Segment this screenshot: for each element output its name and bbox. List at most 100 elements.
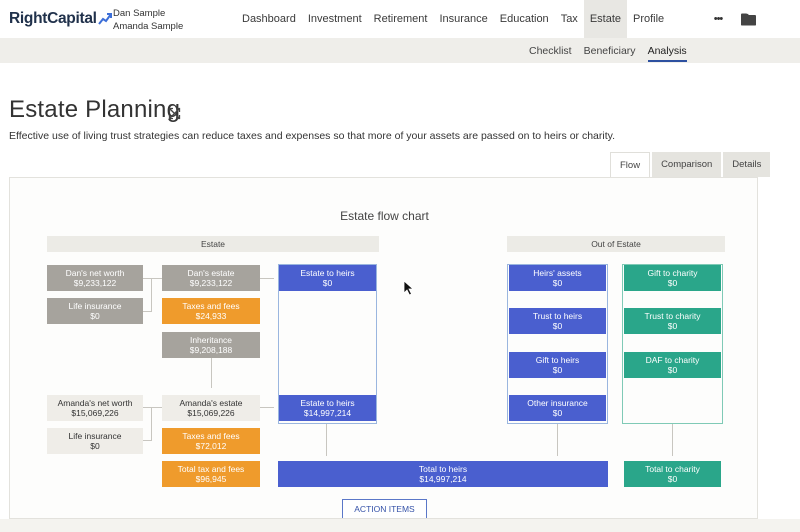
page-subtitle: Effective use of living trust strategies…: [9, 130, 616, 142]
daf-to-charity-box[interactable]: DAF to charity $0: [624, 352, 721, 378]
box-value: $0: [90, 441, 100, 451]
expand-icon[interactable]: [168, 107, 181, 120]
box-label: Other insurance: [527, 397, 588, 408]
box-value: $14,997,214: [419, 474, 467, 484]
box-label: Life insurance: [68, 430, 122, 441]
box-label: Taxes and fees: [182, 430, 240, 441]
box-label: DAF to charity: [645, 354, 700, 365]
amanda-taxes-box[interactable]: Taxes and fees $72,012: [162, 428, 260, 454]
amanda-net-worth-box[interactable]: Amanda's net worth $15,069,226: [47, 395, 143, 421]
other-insurance-box[interactable]: Other insurance $0: [509, 395, 606, 421]
nav-tax[interactable]: Tax: [555, 0, 584, 38]
nav-retirement[interactable]: Retirement: [368, 0, 434, 38]
logo-text: RightCapital: [9, 10, 97, 27]
nav-education[interactable]: Education: [494, 0, 555, 38]
page-title: Estate Planning: [9, 96, 181, 123]
more-dots-icon[interactable]: •••: [708, 9, 728, 29]
heirs-assets-box[interactable]: Heirs' assets $0: [509, 265, 606, 291]
box-value: $0: [552, 278, 563, 288]
box-value: $0: [90, 311, 100, 321]
box-label: Dan's net worth: [65, 267, 125, 278]
box-label: Inheritance: [189, 334, 233, 345]
box-label: Dan's estate: [187, 267, 235, 278]
nav-profile[interactable]: Profile: [627, 0, 670, 38]
inheritance-box[interactable]: Inheritance $9,208,188: [162, 332, 260, 358]
nav-dashboard[interactable]: Dashboard: [236, 0, 302, 38]
subnav-beneficiary[interactable]: Beneficiary: [578, 38, 642, 63]
logo[interactable]: RightCapital: [9, 9, 112, 29]
box-value: $15,069,226: [71, 408, 119, 418]
box-value: $0: [322, 278, 333, 288]
box-value: $0: [667, 278, 678, 288]
subnav-analysis[interactable]: Analysis: [642, 38, 693, 63]
estate-flow-panel: Estate flow chart Estate Out of Estate D…: [9, 177, 758, 519]
box-value: $15,069,226: [187, 408, 235, 418]
box-label: Trust to heirs: [532, 310, 583, 321]
box-label: Taxes and fees: [182, 300, 240, 311]
gear-icon[interactable]: [736, 9, 756, 29]
box-label: Estate to heirs: [300, 267, 355, 278]
amanda-life-insurance-box[interactable]: Life insurance $0: [47, 428, 143, 454]
gift-to-charity-box[interactable]: Gift to charity $0: [624, 265, 721, 291]
more-label: •••: [713, 13, 724, 25]
estate-subnav: Checklist Beneficiary Analysis: [523, 38, 693, 63]
box-label: Amanda's estate: [179, 397, 243, 408]
tab-flow[interactable]: Flow: [610, 152, 651, 177]
connector-arrow: [260, 278, 274, 279]
trust-to-heirs-box[interactable]: Trust to heirs $0: [509, 308, 606, 334]
total-to-charity-box[interactable]: Total to charity $0: [624, 461, 721, 487]
box-label: Total to heirs: [418, 463, 468, 474]
connector-arrow: [672, 424, 673, 456]
nav-estate[interactable]: Estate: [583, 0, 627, 38]
connector: [143, 278, 162, 279]
box-label: Estate to heirs: [300, 397, 355, 408]
nav-investment[interactable]: Investment: [302, 0, 368, 38]
gift-to-heirs-box[interactable]: Gift to heirs $0: [509, 352, 606, 378]
client-primary: Dan Sample: [113, 8, 166, 19]
connector-arrow: [557, 424, 558, 456]
box-value: $0: [552, 408, 563, 418]
connector: [151, 407, 152, 440]
out-of-estate-band: Out of Estate: [507, 236, 725, 252]
connector-arrow: [211, 358, 212, 388]
estate-to-heirs-dan-box[interactable]: Estate to heirs $0: [279, 265, 376, 291]
nav-insurance[interactable]: Insurance: [433, 0, 493, 38]
dan-life-insurance-box[interactable]: Life insurance $0: [47, 298, 143, 324]
dan-taxes-box[interactable]: Taxes and fees $24,933: [162, 298, 260, 324]
box-label: Amanda's net worth: [57, 397, 133, 408]
mouse-cursor-icon: [403, 280, 415, 296]
view-tabs: Flow Comparison Details: [608, 152, 771, 177]
connector-arrow: [260, 407, 274, 408]
connector: [143, 311, 152, 312]
estate-band: Estate: [47, 236, 379, 252]
panel-bottom-edge: [0, 519, 800, 532]
box-label: Total tax and fees: [177, 463, 245, 474]
box-label: Life insurance: [68, 300, 122, 311]
dan-net-worth-box[interactable]: Dan's net worth $9,233,122: [47, 265, 143, 291]
client-names[interactable]: Dan Sample Amanda Sample: [113, 7, 183, 33]
sub-navigation-bar: Checklist Beneficiary Analysis: [0, 38, 800, 63]
amanda-estate-box[interactable]: Amanda's estate $15,069,226: [162, 395, 260, 421]
estate-to-heirs-amanda-box[interactable]: Estate to heirs $14,997,214: [279, 395, 376, 421]
chart-arrow-icon: [97, 13, 112, 25]
action-items-button[interactable]: ACTION ITEMS: [342, 499, 427, 518]
box-value: $0: [552, 321, 563, 331]
connector: [143, 440, 152, 441]
tab-comparison[interactable]: Comparison: [652, 152, 722, 177]
box-value: $0: [667, 474, 678, 484]
total-to-heirs-box[interactable]: Total to heirs $14,997,214: [278, 461, 608, 487]
box-value: $24,933: [195, 311, 227, 321]
box-value: $14,997,214: [303, 408, 352, 418]
dan-estate-box[interactable]: Dan's estate $9,233,122: [162, 265, 260, 291]
connector-arrow: [326, 424, 327, 456]
box-label: Gift to charity: [647, 267, 698, 278]
tab-details[interactable]: Details: [723, 152, 771, 177]
connector: [151, 278, 152, 312]
box-label: Trust to charity: [644, 310, 701, 321]
total-tax-box[interactable]: Total tax and fees $96,945: [162, 461, 260, 487]
box-value: $9,208,188: [189, 345, 233, 355]
box-value: $0: [552, 365, 563, 375]
box-value: $72,012: [195, 441, 227, 451]
subnav-checklist[interactable]: Checklist: [523, 38, 578, 63]
trust-to-charity-box[interactable]: Trust to charity $0: [624, 308, 721, 334]
